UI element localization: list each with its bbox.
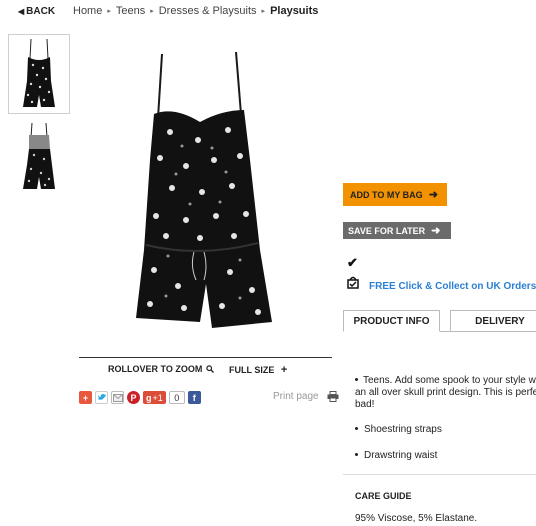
breadcrumb-home[interactable]: Home (73, 5, 102, 17)
print-page-link[interactable]: Print page (273, 391, 339, 402)
addthis-plus-icon[interactable]: + (79, 391, 92, 404)
chevron-right-icon: ▸ (107, 8, 111, 15)
save-for-later-button[interactable]: SAVE FOR LATER ➜ (343, 222, 451, 239)
feature-waist: Drawstring waist (364, 450, 438, 461)
thumbnail-back[interactable] (8, 116, 70, 196)
divider (343, 474, 536, 475)
product-tabs: PRODUCT INFO DELIVERY (343, 310, 536, 332)
social-share-bar: + P g +1 0 f (79, 391, 201, 404)
twitter-icon[interactable] (95, 391, 108, 404)
list-item: Shoestring straps (355, 424, 442, 435)
breadcrumb-dresses-playsuits[interactable]: Dresses & Playsuits (159, 5, 257, 17)
rollover-zoom-button[interactable]: ROLLOVER TO ZOOM (108, 364, 214, 374)
care-guide-heading: CARE GUIDE (355, 491, 412, 501)
breadcrumb: Home ▸ Teens ▸ Dresses & Playsuits ▸ Playsuits (73, 5, 318, 17)
printer-icon (327, 391, 339, 402)
fullsize-label: FULL SIZE (229, 365, 275, 375)
click-collect-icon (347, 276, 359, 289)
list-item: Drawstring waist (355, 450, 437, 461)
product-description: Teens. Add some spook to your style wi a… (355, 375, 536, 411)
checkmark-icon: ✔ (347, 255, 358, 270)
fabric-composition: 95% Viscose, 5% Elastane. (355, 513, 478, 524)
back-label: BACK (26, 6, 56, 17)
magnifier-icon (206, 365, 214, 373)
full-size-button[interactable]: FULL SIZE + (229, 364, 287, 376)
zoom-label: ROLLOVER TO ZOOM (108, 364, 203, 374)
add-to-bag-label: ADD TO MY BAG (350, 189, 423, 200)
google-plus-icon: g (146, 392, 152, 403)
plus-icon: + (280, 364, 288, 376)
arrow-right-icon: ➜ (431, 225, 441, 237)
chevron-right-icon: ▸ (150, 8, 154, 15)
click-collect-link[interactable]: FREE Click & Collect on UK Orders ov (369, 281, 536, 292)
tab-product-info[interactable]: PRODUCT INFO (343, 310, 440, 332)
facebook-icon[interactable]: f (187, 391, 201, 404)
bullet-icon (355, 378, 358, 381)
breadcrumb-current: Playsuits (270, 5, 319, 17)
google-plus-button[interactable]: g +1 (143, 391, 166, 404)
add-to-bag-button[interactable]: ADD TO MY BAG ➜ (343, 183, 447, 206)
breadcrumb-teens[interactable]: Teens (116, 5, 145, 17)
save-for-later-label: SAVE FOR LATER (348, 225, 426, 236)
chevron-right-icon: ▸ (261, 8, 266, 15)
back-button[interactable]: ◀ BACK (18, 6, 55, 17)
arrow-right-icon: ➜ (428, 189, 438, 201)
pinterest-icon[interactable]: P (127, 391, 140, 404)
bullet-icon (355, 427, 358, 430)
playsuit-back-thumbnail-image (23, 122, 55, 189)
playsuit-image (136, 51, 272, 328)
description-text: Teens. Add some spook to your style wi a… (355, 375, 536, 410)
feature-straps: Shoestring straps (364, 424, 442, 435)
google-plus-label: +1 (152, 392, 163, 403)
image-tools-bar: ROLLOVER TO ZOOM FULL SIZE + (79, 357, 332, 379)
back-arrow-icon: ◀ (18, 7, 25, 16)
top-navigation: ◀ BACK Home ▸ Teens ▸ Dresses & Playsuits ▸ Pla… (0, 0, 536, 22)
product-main-image[interactable] (110, 40, 300, 340)
tab-delivery[interactable]: DELIVERY (450, 310, 536, 332)
thumbnail-front[interactable] (8, 34, 70, 114)
google-plus-count: 0 (168, 391, 185, 404)
print-label: Print page (273, 391, 319, 403)
bullet-icon (355, 453, 358, 456)
playsuit-thumbnail-image (23, 38, 55, 107)
email-icon[interactable] (111, 391, 124, 404)
